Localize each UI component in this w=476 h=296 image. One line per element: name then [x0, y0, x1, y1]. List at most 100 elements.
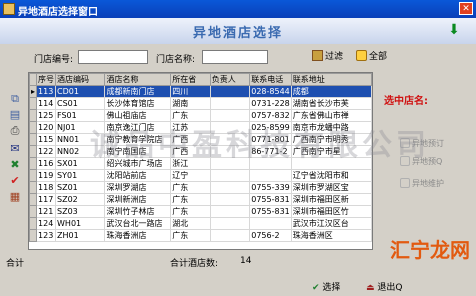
row-marker[interactable]: [29, 205, 38, 218]
row-marker[interactable]: [29, 157, 38, 170]
column-header[interactable]: 联系电话: [249, 73, 292, 86]
selected-store-label: 选中店名:: [384, 96, 428, 107]
table-cell: 辽宁: [170, 169, 211, 182]
column-header[interactable]: 所在省: [170, 73, 211, 86]
corner-logo: 汇宁龙网: [390, 238, 470, 262]
exit-button[interactable]: ⏏ 退出Q: [366, 280, 402, 293]
table-cell: 深圳市福田区新: [290, 193, 372, 206]
remote-maintain-button[interactable]: 异地维护: [400, 178, 444, 189]
select-button-label: 选择: [322, 283, 341, 293]
table-cell: 0756-2: [249, 229, 292, 242]
select-button[interactable]: ✔ 选择: [312, 280, 340, 293]
table-cell: 广东: [170, 181, 211, 194]
filter-button[interactable]: 过滤: [312, 50, 343, 64]
arrow-down-icon[interactable]: ⬇: [446, 22, 462, 38]
column-header[interactable]: 酒店编码: [55, 73, 106, 86]
excel-icon[interactable]: ✖: [8, 158, 22, 172]
table-row[interactable]: 124 WH01 武汉台北一路店 湖北 武汉市江汉区台: [29, 217, 372, 230]
column-header[interactable]: 酒店名称: [104, 73, 172, 86]
row-selected-marker[interactable]: ▸: [29, 85, 38, 98]
table-row[interactable]: ▸ 113 CD01 成都新南门店 四川 028-8544 成都: [29, 85, 372, 98]
copy-icon[interactable]: ⧉: [8, 92, 22, 106]
table-cell: SZ01: [55, 181, 106, 194]
table-cell: 118: [36, 181, 57, 194]
table-cell: 湖南省长沙市芙: [290, 97, 372, 110]
table-cell: 0755-831: [249, 193, 292, 206]
exit-icon: ⏏: [366, 283, 375, 293]
table-cell: 120: [36, 121, 57, 134]
code-input[interactable]: [78, 50, 148, 64]
table-row[interactable]: 121 SZ03 深圳竹子林店 广东 0755-831 深圳市福田区竹: [29, 205, 372, 218]
table-cell: 四川: [170, 85, 211, 98]
row-marker[interactable]: [29, 193, 38, 206]
print-icon[interactable]: ⎙: [8, 124, 22, 138]
table-cell: 深圳市福田区竹: [290, 205, 372, 218]
filter-bar: 门店编号: 门店名称: 过滤 全部: [0, 44, 476, 70]
table-cell: 114: [36, 97, 57, 110]
column-header[interactable]: 联系地址: [290, 73, 372, 86]
row-marker[interactable]: [29, 145, 38, 158]
table-cell: [249, 217, 292, 230]
table-cell: 深圳市罗湖区宝: [290, 181, 372, 194]
table-cell: 湖南: [170, 97, 211, 110]
email-icon[interactable]: ✉: [8, 142, 22, 156]
table-cell: CS01: [55, 97, 106, 110]
table-cell: CD01: [55, 85, 106, 98]
table-cell: 0731-228: [249, 97, 292, 110]
row-marker[interactable]: [29, 181, 38, 194]
check-icon[interactable]: ✔: [8, 174, 22, 188]
row-marker[interactable]: [29, 109, 38, 122]
paste-icon[interactable]: ▤: [8, 108, 22, 122]
window-title: 异地酒店选择窗口: [18, 7, 98, 18]
app-icon: [3, 3, 15, 15]
table-cell: 028-8544: [249, 85, 292, 98]
code-label: 门店编号:: [34, 55, 74, 65]
table-cell: [249, 169, 292, 182]
table-cell: 广东: [170, 193, 211, 206]
name-label: 门店名称:: [156, 55, 196, 65]
table-cell: SZ02: [55, 193, 106, 206]
filter-icon: [312, 50, 323, 61]
row-marker[interactable]: [29, 217, 38, 230]
calendar-icon[interactable]: ▦: [8, 190, 22, 204]
table-row[interactable]: 119 SY01 沈阳站前店 辽宁 辽宁省沈阳市和: [29, 169, 372, 182]
table-row[interactable]: 117 SZ02 深圳新洲店 广东 0755-831 深圳市福田区新: [29, 193, 372, 206]
table-cell: 沈阳站前店: [104, 169, 172, 182]
table-cell: 119: [36, 169, 57, 182]
watermark: 诚品中盈科技有限公司: [90, 128, 430, 163]
table-row[interactable]: 118 SZ01 深圳罗湖店 广东 0755-339 深圳市罗湖区宝: [29, 181, 372, 194]
row-marker[interactable]: [29, 133, 38, 146]
row-marker-header: [29, 73, 38, 86]
column-header[interactable]: 负责人: [209, 73, 251, 86]
table-cell: 武汉市江汉区台: [290, 217, 372, 230]
all-button-label: 全部: [369, 52, 388, 62]
row-marker[interactable]: [29, 229, 38, 242]
table-header: 序号 酒店编码 酒店名称 所在省 负责人 联系电话 联系地址: [29, 73, 372, 86]
table-cell: 124: [36, 217, 57, 230]
page-title: 异地酒店选择: [192, 26, 283, 41]
all-button[interactable]: 全部: [356, 50, 387, 64]
table-row[interactable]: 114 CS01 长沙体育馆店 湖南 0731-228 湖南省长沙市芙: [29, 97, 372, 110]
table-cell: 长沙体育馆店: [104, 97, 172, 110]
row-marker[interactable]: [29, 97, 38, 110]
table-cell: 深圳新洲店: [104, 193, 172, 206]
column-header[interactable]: 序号: [36, 73, 57, 86]
table-cell: [209, 97, 251, 110]
table-cell: 辽宁省沈阳市和: [290, 169, 372, 182]
table-row[interactable]: 123 ZH01 珠海香洲店 广东 0756-2 珠海香洲区: [29, 229, 372, 242]
table-cell: [209, 205, 251, 218]
row-marker[interactable]: [29, 169, 38, 182]
table-cell: [209, 217, 251, 230]
table-cell: [209, 169, 251, 182]
table-cell: 113: [36, 85, 57, 98]
close-icon[interactable]: ✕: [459, 2, 473, 15]
name-input[interactable]: [202, 50, 268, 64]
table-cell: 0755-339: [249, 181, 292, 194]
table-cell: 珠海香洲区: [290, 229, 372, 242]
table-cell: 116: [36, 157, 57, 170]
row-marker[interactable]: [29, 121, 38, 134]
table-cell: 122: [36, 145, 57, 158]
hotel-count-value: 14: [240, 256, 252, 266]
table-cell: 深圳罗湖店: [104, 181, 172, 194]
table-cell: 115: [36, 133, 57, 146]
